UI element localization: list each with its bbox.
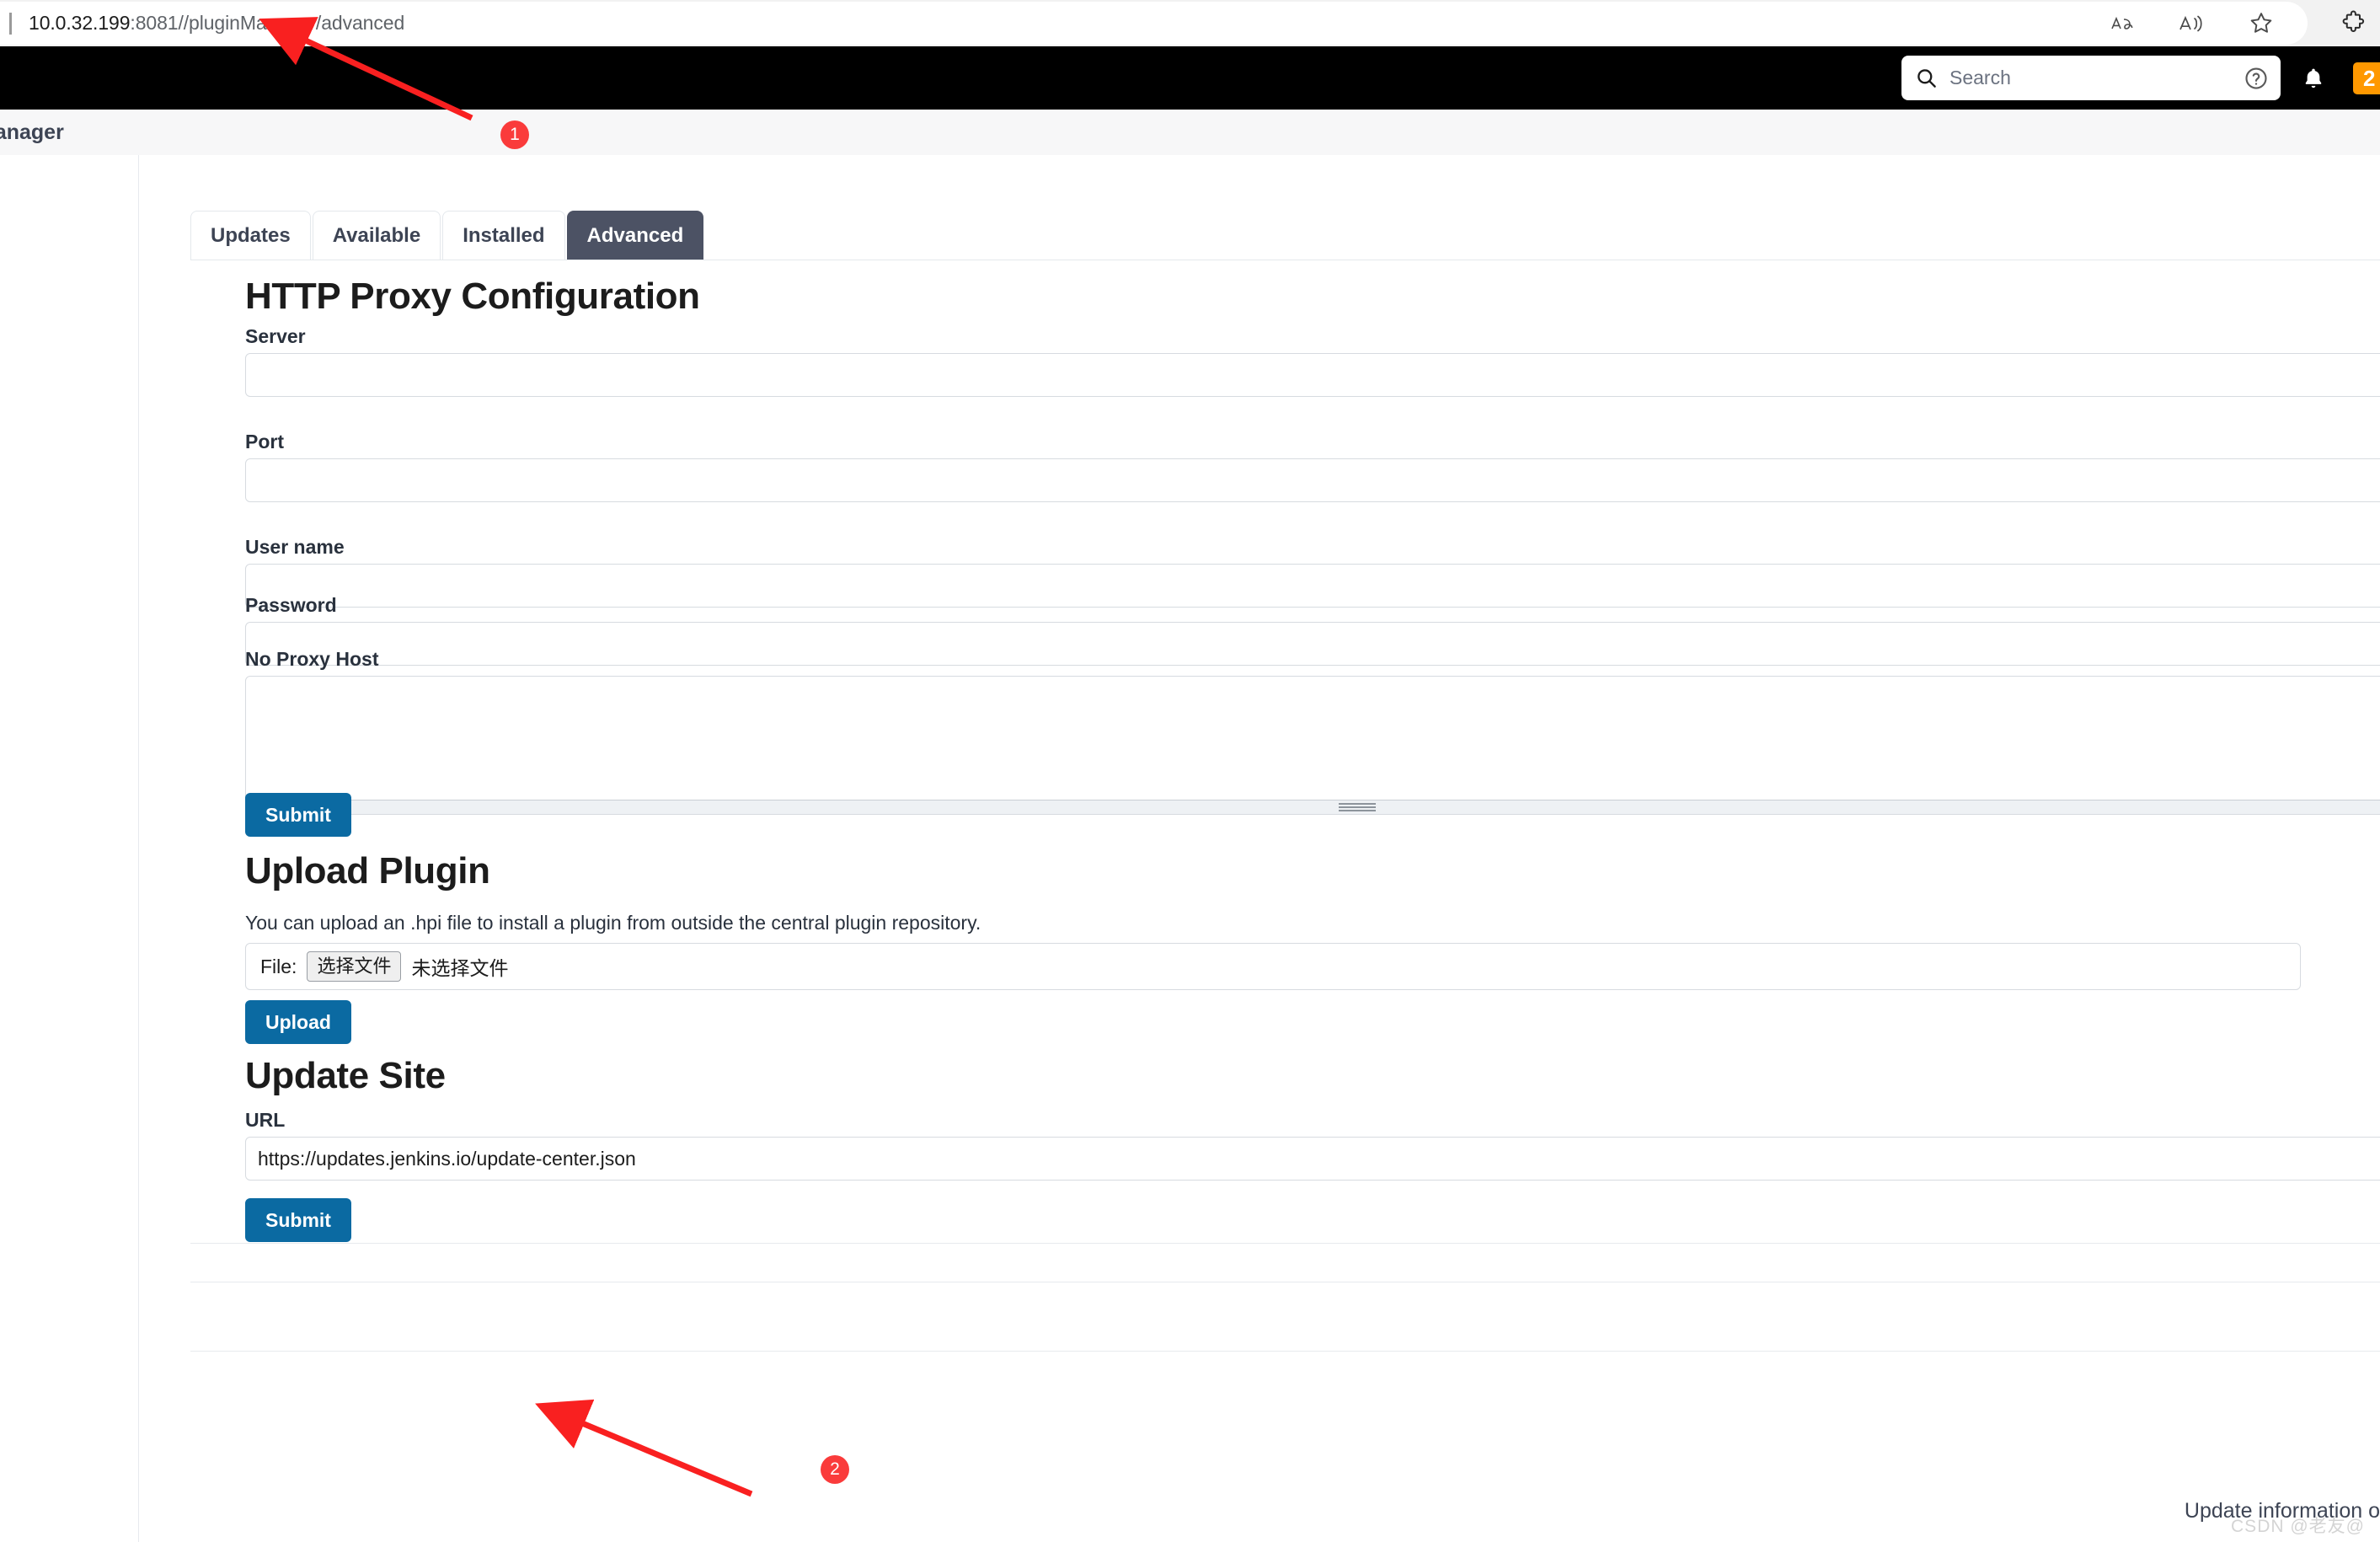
file-input-row[interactable]: File: 选择文件 未选择文件 (245, 943, 2301, 990)
user-name-label: User name (245, 536, 345, 558)
update-site-url-input[interactable] (245, 1137, 2380, 1181)
tab-advanced[interactable]: Advanced (566, 211, 704, 260)
url-path: :8081//pluginManager/advanced (130, 12, 405, 34)
notification-badge[interactable]: 2 (2353, 62, 2380, 94)
browser-chrome: 10.0.32.199:8081//pluginManager/advanced (0, 0, 2380, 46)
csdn-watermark: CSDN @老友@ (2231, 1517, 2365, 1536)
address-bar-actions (2109, 2, 2276, 45)
url-text: 10.0.32.199:8081//pluginManager/advanced (29, 12, 404, 35)
no-proxy-host-textarea[interactable] (245, 676, 2380, 815)
user-name-input[interactable] (245, 564, 2380, 608)
file-status-text: 未选择文件 (411, 957, 509, 979)
server-label: Server (245, 325, 306, 347)
port-input[interactable] (245, 458, 2380, 502)
search-input[interactable] (1949, 67, 2244, 89)
favorite-star-icon[interactable] (2247, 9, 2276, 38)
server-input[interactable] (245, 353, 2380, 397)
update-site-submit-button[interactable]: Submit (245, 1198, 351, 1242)
divider-upper (190, 1243, 2380, 1244)
notification-bell-icon[interactable] (2299, 63, 2328, 94)
translate-icon[interactable] (2109, 9, 2137, 38)
search-box[interactable] (1901, 56, 2281, 100)
upload-button[interactable]: Upload (245, 1000, 351, 1044)
breadcrumb-label[interactable]: Manager (0, 120, 64, 145)
resize-grip-icon (1339, 803, 1376, 811)
side-rail (0, 155, 139, 1542)
proxy-heading: HTTP Proxy Configuration (245, 276, 700, 317)
extension-puzzle-icon[interactable] (2340, 8, 2368, 37)
password-label: Password (245, 594, 337, 616)
read-aloud-icon[interactable] (2178, 9, 2206, 38)
file-input-label: File: (260, 955, 297, 977)
choose-file-button[interactable]: 选择文件 (307, 951, 402, 982)
upload-plugin-heading: Upload Plugin (245, 850, 490, 891)
plugin-manager-tabs: Updates Available Installed Advanced (190, 211, 705, 260)
divider-lower (190, 1351, 2380, 1352)
proxy-submit-button[interactable]: Submit (245, 793, 351, 837)
annotation-marker-2: 2 (821, 1455, 849, 1484)
breadcrumb: Manager (0, 110, 2380, 155)
advanced-panel: HTTP Proxy Configuration Server Port Use… (190, 260, 2380, 1542)
update-site-url-label: URL (245, 1109, 286, 1131)
app-header: 2 (0, 46, 2380, 110)
tab-updates[interactable]: Updates (190, 211, 311, 260)
page-body: Updates Available Installed Advanced HTT… (0, 155, 2380, 1542)
help-circle-icon[interactable] (2244, 66, 2269, 91)
content-area: Updates Available Installed Advanced HTT… (140, 155, 2380, 1542)
tab-available[interactable]: Available (312, 211, 441, 260)
no-proxy-host-label: No Proxy Host (245, 648, 379, 670)
upload-plugin-description: You can upload an .hpi file to install a… (245, 912, 981, 934)
update-site-heading: Update Site (245, 1055, 446, 1096)
annotation-marker-1: 1 (500, 120, 529, 149)
search-icon (1915, 67, 1938, 89)
tab-installed[interactable]: Installed (442, 211, 565, 260)
address-bar[interactable]: 10.0.32.199:8081//pluginManager/advanced (0, 2, 2308, 45)
textarea-resize-handle[interactable] (246, 800, 2380, 814)
url-host: 10.0.32.199 (29, 12, 131, 34)
port-label: Port (245, 431, 284, 452)
text-cursor (9, 12, 12, 35)
password-input[interactable] (245, 622, 2380, 666)
